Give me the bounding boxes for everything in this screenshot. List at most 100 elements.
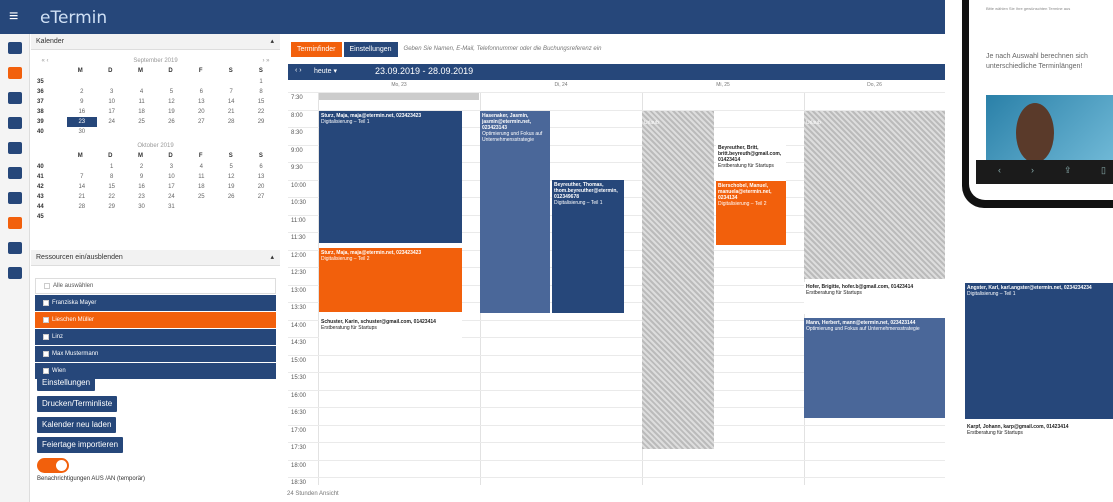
terminfinder-button[interactable]: Terminfinder [291, 42, 342, 57]
warning-icon[interactable] [7, 117, 22, 129]
mini-day[interactable]: 7 [216, 87, 246, 97]
mini-day[interactable]: 25 [186, 192, 216, 202]
mini-day[interactable]: 30 [127, 202, 157, 212]
collapse-icon[interactable]: ▴ [270, 37, 274, 45]
view-mode-label[interactable]: 24 Stunden Ansicht [287, 491, 339, 497]
mini-day[interactable]: 13 [246, 172, 276, 182]
mini-day[interactable]: 9 [127, 172, 157, 182]
appointment[interactable]: Karpf, Johann, karp@gmail.com, 01423414 E… [965, 422, 1113, 452]
calendar-icon[interactable] [7, 42, 22, 54]
vacation-block[interactable]: Urlaub [804, 111, 945, 279]
mini-day[interactable]: 11 [127, 97, 157, 107]
appointment[interactable]: Hasenaker, Jasmin, jasmin@etermin.net, 0… [480, 111, 550, 313]
print-button[interactable]: Drucken/Terminliste [37, 396, 118, 412]
all-day-slot[interactable] [319, 93, 479, 100]
mini-day[interactable]: 16 [67, 107, 97, 117]
user-icon[interactable] [7, 67, 22, 79]
mini-day[interactable]: 22 [246, 107, 276, 117]
mini-day[interactable]: 17 [97, 107, 127, 117]
mini-day[interactable] [127, 127, 157, 137]
mini-day[interactable]: 27 [186, 117, 216, 127]
mini-day[interactable] [216, 212, 246, 222]
appointment[interactable]: Beyreuther, Britt, britt.beyreuth@gmail.… [716, 143, 786, 181]
grid-icon[interactable] [7, 167, 22, 179]
mini-day[interactable] [127, 212, 157, 222]
mini-day[interactable]: 23 [127, 192, 157, 202]
mini-day[interactable] [186, 77, 216, 87]
mini-day[interactable]: 22 [97, 192, 127, 202]
settings-button[interactable]: Einstellungen [37, 375, 96, 391]
mini-day[interactable]: 28 [67, 202, 97, 212]
mini-day[interactable]: 6 [186, 87, 216, 97]
import-holidays-button[interactable]: Feiertage importieren [37, 437, 124, 453]
mini-day[interactable] [157, 77, 187, 87]
mini-day[interactable]: 10 [97, 97, 127, 107]
mini-day[interactable]: 21 [216, 107, 246, 117]
mini-day[interactable]: 31 [157, 202, 187, 212]
mini-day[interactable]: 17 [157, 182, 187, 192]
appointment[interactable]: Sturz, Maja, maja@etermin.net, 023423423… [319, 248, 462, 312]
vacation-block[interactable]: Urlaub [642, 111, 714, 449]
nav-arrows[interactable]: ‹ › [295, 67, 302, 74]
briefcase-icon[interactable] [7, 192, 22, 204]
mini-day[interactable] [97, 77, 127, 87]
appointment[interactable]: Beyreuther, Thomas, thom.beyreuther@eter… [552, 180, 624, 313]
mini-day[interactable]: 3 [97, 87, 127, 97]
mini-day[interactable]: 1 [97, 162, 127, 172]
tools-icon[interactable] [7, 217, 22, 229]
next-month-arrow[interactable]: › » [256, 56, 276, 66]
mini-day[interactable] [246, 212, 276, 222]
mini-day[interactable]: 5 [216, 162, 246, 172]
mini-day[interactable]: 13 [186, 97, 216, 107]
chart-icon[interactable] [7, 142, 22, 154]
mini-day[interactable]: 30 [67, 127, 97, 137]
prev-month-arrow[interactable]: « ‹ [35, 56, 55, 66]
appointment[interactable]: Bierschobel, Manuel, manuela@etermin.net… [716, 181, 786, 245]
mini-day[interactable] [186, 212, 216, 222]
appointment[interactable]: Schuster, Karin, schuster@gmail.com, 014… [319, 317, 462, 349]
calendar-panel-header[interactable]: Kalender ▴ [31, 34, 280, 50]
list-icon[interactable] [7, 92, 22, 104]
select-all-checkbox[interactable]: Alle auswählen [35, 278, 276, 294]
mini-day[interactable] [246, 127, 276, 137]
mini-day[interactable]: 14 [67, 182, 97, 192]
mini-day[interactable]: 2 [67, 87, 97, 97]
mini-day[interactable]: 11 [186, 172, 216, 182]
mini-day[interactable]: 4 [186, 162, 216, 172]
mini-day[interactable]: 5 [157, 87, 187, 97]
appointment[interactable]: Sturz, Maja, maja@etermin.net, 023423423… [319, 111, 462, 243]
collapse-icon[interactable]: ▴ [270, 253, 274, 261]
mini-day[interactable] [186, 202, 216, 212]
mini-day[interactable]: 4 [127, 87, 157, 97]
mini-day[interactable]: 8 [97, 172, 127, 182]
mini-day[interactable]: 28 [216, 117, 246, 127]
mini-day[interactable]: 15 [97, 182, 127, 192]
appointment[interactable]: Mann, Herbert, mann@etermin.net, 0234231… [804, 318, 945, 418]
mini-day[interactable]: 18 [127, 107, 157, 117]
mini-day[interactable]: 19 [157, 107, 187, 117]
resource-checkbox[interactable]: Lieschen Müller [35, 312, 276, 328]
today-button[interactable]: heute ▾ [314, 67, 337, 75]
mini-day[interactable]: 3 [157, 162, 187, 172]
mini-day[interactable]: 23 [66, 117, 97, 127]
mini-day[interactable]: 10 [157, 172, 187, 182]
reload-calendar-button[interactable]: Kalender neu laden [37, 417, 117, 433]
gear-icon[interactable] [7, 242, 22, 254]
mini-day[interactable] [157, 212, 187, 222]
hamburger-icon[interactable]: ≡ [9, 8, 18, 26]
mini-day[interactable]: 15 [246, 97, 276, 107]
mini-day[interactable]: 20 [186, 107, 216, 117]
settings-tab-button[interactable]: Einstellungen [343, 42, 398, 57]
mini-day[interactable]: 29 [97, 202, 127, 212]
mini-day[interactable]: 29 [246, 117, 276, 127]
mini-day[interactable] [216, 202, 246, 212]
mini-day[interactable]: 8 [246, 87, 276, 97]
mini-day[interactable]: 24 [157, 192, 187, 202]
mini-day[interactable]: 9 [67, 97, 97, 107]
mini-day[interactable]: 20 [246, 182, 276, 192]
mini-day[interactable]: 18 [186, 182, 216, 192]
mini-day[interactable] [246, 202, 276, 212]
resource-checkbox[interactable]: Linz [35, 329, 276, 345]
mini-day[interactable] [186, 127, 216, 137]
mini-day[interactable] [157, 127, 187, 137]
